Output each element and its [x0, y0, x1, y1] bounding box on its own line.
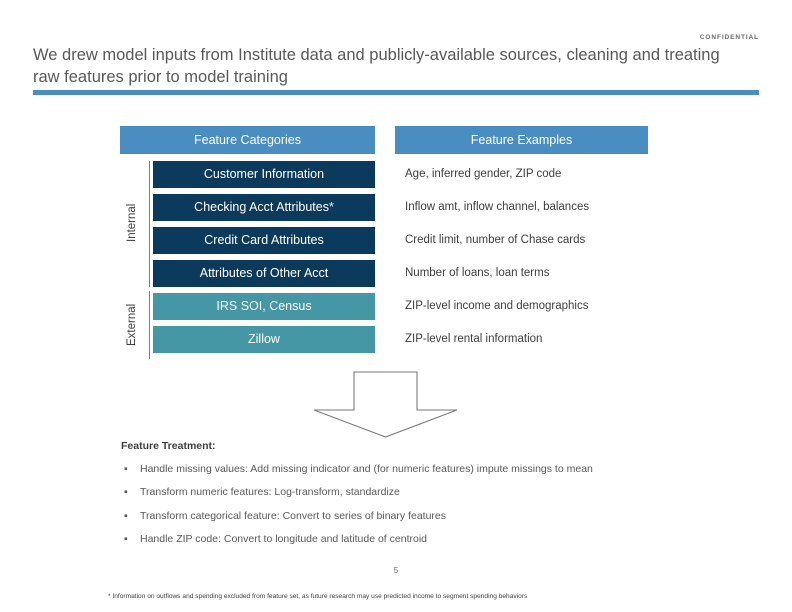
confidential-label: CONFIDENTIAL	[699, 34, 759, 41]
list-item: ▪ Handle ZIP code: Convert to longitude a…	[124, 533, 427, 545]
table-row: Attributes of Other Acct Number of loans…	[153, 260, 549, 287]
category-box: Attributes of Other Acct	[153, 260, 375, 287]
list-item: ▪ Transform categorical feature: Convert …	[124, 510, 446, 522]
example-text: Number of loans, loan terms	[405, 267, 550, 279]
group-label-internal: Internal	[126, 203, 138, 243]
example-text: ZIP-level rental information	[405, 333, 543, 345]
title-underline-rule	[33, 90, 759, 95]
column-header-feature-examples: Feature Examples	[395, 126, 648, 154]
bullet-marker-icon: ▪	[124, 533, 128, 545]
table-row: IRS SOI, Census ZIP-level income and dem…	[153, 293, 588, 320]
category-box: Customer Information	[153, 161, 375, 188]
bullet-marker-icon: ▪	[124, 463, 128, 475]
column-header-feature-categories: Feature Categories	[120, 126, 375, 154]
group-divider-external	[149, 291, 150, 359]
table-row: Customer Information Age, inferred gende…	[153, 161, 561, 188]
list-item: ▪ Transform numeric features: Log-transfo…	[124, 486, 400, 498]
list-item-label: Handle ZIP code: Convert to longitude an…	[140, 533, 427, 545]
category-box: IRS SOI, Census	[153, 293, 375, 320]
table-row: Zillow ZIP-level rental information	[153, 326, 542, 353]
footnote: * Information on outflows and spending e…	[108, 593, 528, 600]
list-item-label: Transform numeric features: Log-transfor…	[140, 486, 400, 498]
bullet-marker-icon: ▪	[124, 510, 128, 522]
example-text: Inflow amt, inflow channel, balances	[405, 201, 590, 213]
group-divider-internal	[149, 161, 150, 287]
feature-treatment-heading: Feature Treatment:	[121, 440, 216, 452]
example-text: Age, inferred gender, ZIP code	[405, 168, 562, 180]
category-box: Zillow	[153, 326, 375, 353]
category-box: Checking Acct Attributes*	[153, 194, 375, 221]
list-item-label: Transform categorical feature: Convert t…	[140, 510, 446, 522]
table-row: Credit Card Attributes Credit limit, num…	[153, 227, 585, 254]
list-item-label: Handle missing values: Add missing indic…	[140, 463, 593, 475]
list-item: ▪ Handle missing values: Add missing indi…	[124, 463, 593, 475]
page-number: 5	[393, 566, 399, 575]
down-arrow-icon	[313, 371, 458, 438]
group-label-external: External	[126, 303, 138, 347]
page-title: We drew model inputs from Institute data…	[33, 46, 720, 86]
bullet-marker-icon: ▪	[124, 486, 128, 498]
table-row: Checking Acct Attributes* Inflow amt, in…	[153, 194, 589, 221]
example-text: ZIP-level income and demographics	[405, 300, 589, 312]
category-box: Credit Card Attributes	[153, 227, 375, 254]
example-text: Credit limit, number of Chase cards	[405, 234, 586, 246]
